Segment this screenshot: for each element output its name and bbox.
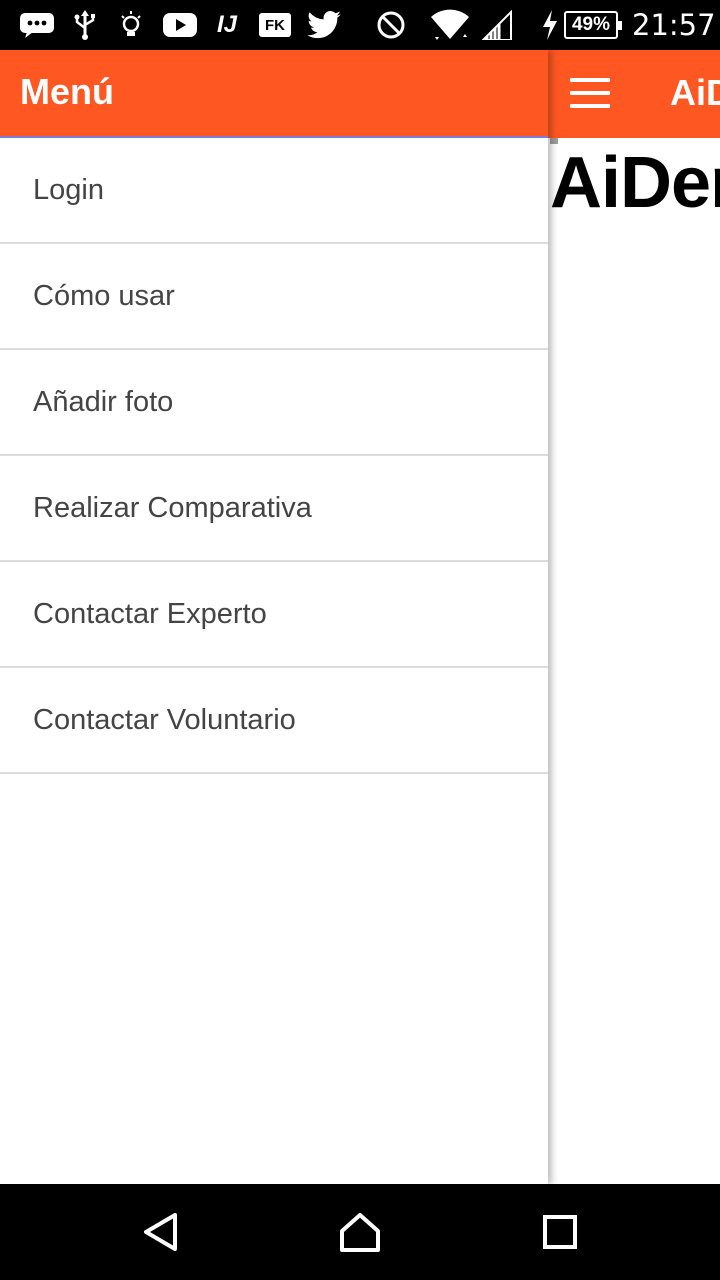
fk-icon: FK: [258, 9, 292, 41]
menu-item-contactar-experto[interactable]: Contactar Experto: [0, 562, 548, 668]
menu-item-anadir-foto[interactable]: Añadir foto: [0, 350, 548, 456]
menu-item-label: Contactar Voluntario: [33, 703, 296, 736]
menu-item-realizar-comparativa[interactable]: Realizar Comparativa: [0, 456, 548, 562]
menu-item-contactar-voluntario[interactable]: Contactar Voluntario: [0, 668, 548, 774]
menu-item-label: Contactar Experto: [33, 597, 267, 630]
menu-item-como-usar[interactable]: Cómo usar: [0, 244, 548, 350]
menu-item-login[interactable]: Login: [0, 138, 548, 244]
twitter-icon: [306, 9, 342, 41]
recents-icon[interactable]: [536, 1208, 584, 1256]
battery-indicator: 49%: [564, 11, 622, 39]
signal-icon: [480, 9, 514, 41]
status-clock: 21:57: [632, 8, 716, 42]
back-icon[interactable]: [136, 1208, 184, 1256]
menu-item-label: Login: [33, 173, 104, 206]
menu-item-label: Añadir foto: [33, 385, 174, 418]
app-toolbar: AiD: [548, 50, 720, 138]
menu-item-label: Realizar Comparativa: [33, 491, 312, 524]
drawer-header: Menú: [0, 50, 548, 138]
youtube-icon: [162, 9, 198, 41]
navigation-drawer: Menú Login Cómo usar Añadir foto Realiza…: [0, 50, 548, 1184]
wifi-icon: [428, 9, 472, 41]
hamburger-menu-icon[interactable]: [568, 78, 612, 110]
lightbulb-icon: [118, 9, 144, 41]
message-icon: [18, 9, 56, 41]
menu-item-label: Cómo usar: [33, 279, 175, 312]
app-toolbar-title: AiD: [670, 72, 720, 113]
drawer-title: Menú: [20, 71, 114, 112]
home-icon[interactable]: [336, 1208, 384, 1256]
main-content: AiD AiDer: [548, 50, 720, 1184]
system-nav-bar: [0, 1184, 720, 1280]
menu-list: Login Cómo usar Añadir foto Realizar Com…: [0, 138, 548, 774]
intellij-icon: IJ: [216, 11, 237, 38]
page-heading: AiDer: [550, 143, 720, 223]
usb-icon: [72, 9, 98, 41]
status-bar: IJ FK 49% 21:57: [0, 0, 720, 50]
do-not-disturb-icon: [374, 9, 408, 41]
charging-icon: [540, 9, 560, 41]
